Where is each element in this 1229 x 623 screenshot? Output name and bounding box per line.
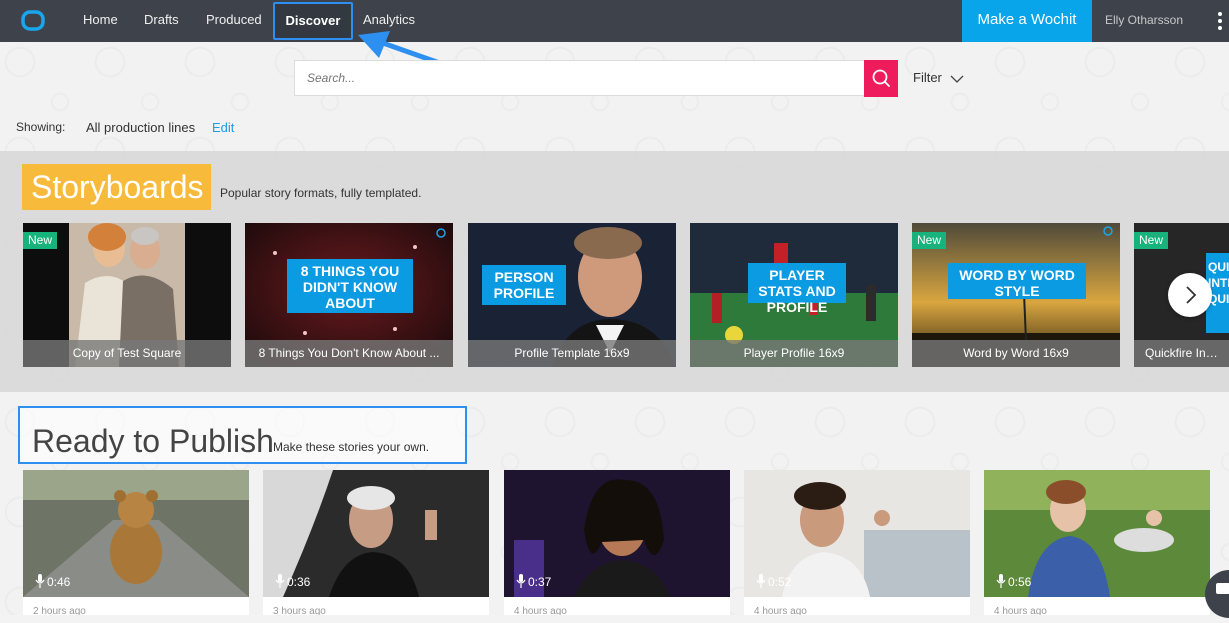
video-duration: 0:36 (275, 574, 310, 589)
storyboard-caption: Profile Template 16x9 (468, 340, 676, 367)
storyboard-caption: Word by Word 16x9 (912, 340, 1120, 367)
showing-value: All production lines (86, 120, 196, 135)
microphone-icon (516, 574, 526, 588)
storyboards-description: Popular story formats, fully templated. (220, 186, 422, 200)
storyboard-overlay-title: WORD BY WORD STYLE (948, 263, 1086, 299)
video-card[interactable]: 0:46 2 hours ago (23, 470, 249, 615)
duration-text: 0:56 (1008, 575, 1032, 589)
chat-icon (1216, 583, 1229, 594)
search-input[interactable] (295, 61, 864, 95)
storyboard-card[interactable]: New Copy of Test Square (23, 223, 231, 367)
chat-widget-button[interactable] (1205, 570, 1229, 618)
duration-text: 0:37 (528, 575, 552, 589)
nav-drafts[interactable]: Drafts (144, 0, 179, 42)
storyboard-overlay-title: 8 THINGS YOU DIDN'T KNOW ABOUT (287, 259, 413, 313)
microphone-icon (275, 574, 285, 588)
ready-to-publish-description: Make these stories your own. (273, 440, 430, 454)
video-duration: 0:46 (35, 574, 70, 589)
video-card[interactable]: 0:56 4 hours ago (984, 470, 1210, 615)
video-duration: 0:37 (516, 574, 551, 589)
storyboard-caption: Copy of Test Square (23, 340, 231, 367)
storyboard-overlay-title: PLAYER STATS AND PROFILE (748, 263, 846, 315)
new-badge: New (912, 232, 947, 249)
chevron-right-icon (1186, 286, 1197, 304)
storyboard-card[interactable]: 8 THINGS YOU DIDN'T KNOW ABOUT 8 Things … (245, 223, 453, 367)
video-duration: 0:52 (756, 574, 791, 589)
storyboard-caption: 8 Things You Don't Know About ... (245, 340, 453, 367)
duration-text: 0:52 (768, 575, 792, 589)
new-badge: New (1134, 232, 1169, 249)
storyboard-card[interactable]: New WORD BY WORD STYLE Word by Word 16x9 (912, 223, 1120, 367)
storyboards-title: Storyboards (22, 164, 211, 210)
video-card[interactable]: 0:36 3 hours ago (263, 470, 489, 615)
make-a-wochit-button[interactable]: Make a Wochit (962, 0, 1092, 42)
storyboard-card[interactable]: PERSON PROFILE Profile Template 16x9 (468, 223, 676, 367)
storyboard-caption: Player Profile 16x9 (690, 340, 898, 367)
video-card[interactable]: 0:37 4 hours ago (504, 470, 730, 615)
edit-production-lines-link[interactable]: Edit (212, 120, 234, 135)
storyboard-card[interactable]: PLAYER STATS AND PROFILE Player Profile … (690, 223, 898, 367)
video-age: 4 hours ago (994, 606, 1047, 615)
more-options-icon[interactable] (1218, 12, 1222, 33)
nav-home[interactable]: Home (83, 0, 118, 42)
video-age: 2 hours ago (33, 606, 86, 615)
user-menu[interactable]: Elly Otharsson (1105, 0, 1183, 40)
top-navbar: Home Drafts Produced Discover Analytics … (0, 0, 1229, 42)
video-card[interactable]: 0:52 4 hours ago (744, 470, 970, 615)
duration-text: 0:36 (287, 575, 311, 589)
nav-produced[interactable]: Produced (206, 0, 262, 42)
chevron-down-icon (950, 75, 963, 83)
wochit-logo-icon[interactable] (20, 8, 46, 34)
duration-text: 0:46 (47, 575, 71, 589)
microphone-icon (35, 574, 45, 588)
microphone-icon (756, 574, 766, 588)
filter-dropdown[interactable]: Filter (913, 70, 964, 85)
showing-label: Showing: (16, 120, 66, 134)
nav-discover[interactable]: Discover (273, 2, 353, 40)
video-age: 4 hours ago (754, 606, 807, 615)
video-age: 4 hours ago (514, 606, 567, 615)
new-badge: New (23, 232, 58, 249)
microphone-icon (996, 574, 1006, 588)
video-age: 3 hours ago (273, 606, 326, 615)
storyboard-caption: Quickfire Interv (1134, 340, 1229, 367)
search-box (294, 60, 864, 96)
storyboard-overlay-title: PERSON PROFILE (482, 265, 566, 305)
ready-to-publish-title: Ready to Publish (32, 423, 274, 459)
video-duration: 0:56 (996, 574, 1031, 589)
search-icon (872, 69, 890, 87)
search-button[interactable] (864, 60, 898, 97)
carousel-next-button[interactable] (1168, 273, 1212, 317)
filter-label: Filter (913, 70, 942, 85)
